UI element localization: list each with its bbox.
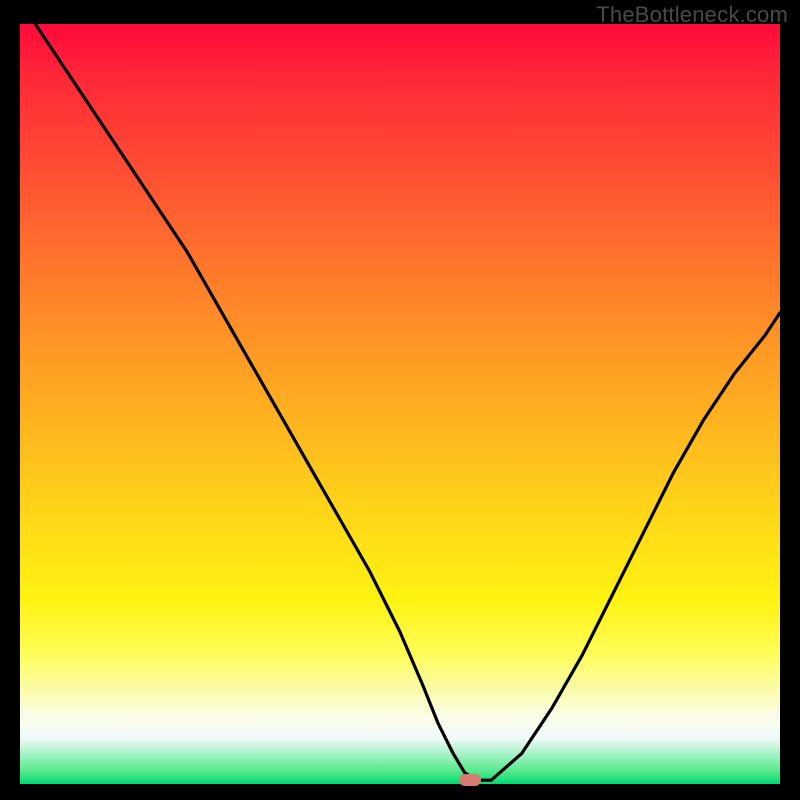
watermark-label: TheBottleneck.com [596,2,788,28]
chart-frame: TheBottleneck.com [0,0,800,800]
curve-path [35,24,780,780]
curve-svg [20,24,780,784]
plot-area [20,24,780,784]
min-marker [459,774,481,786]
